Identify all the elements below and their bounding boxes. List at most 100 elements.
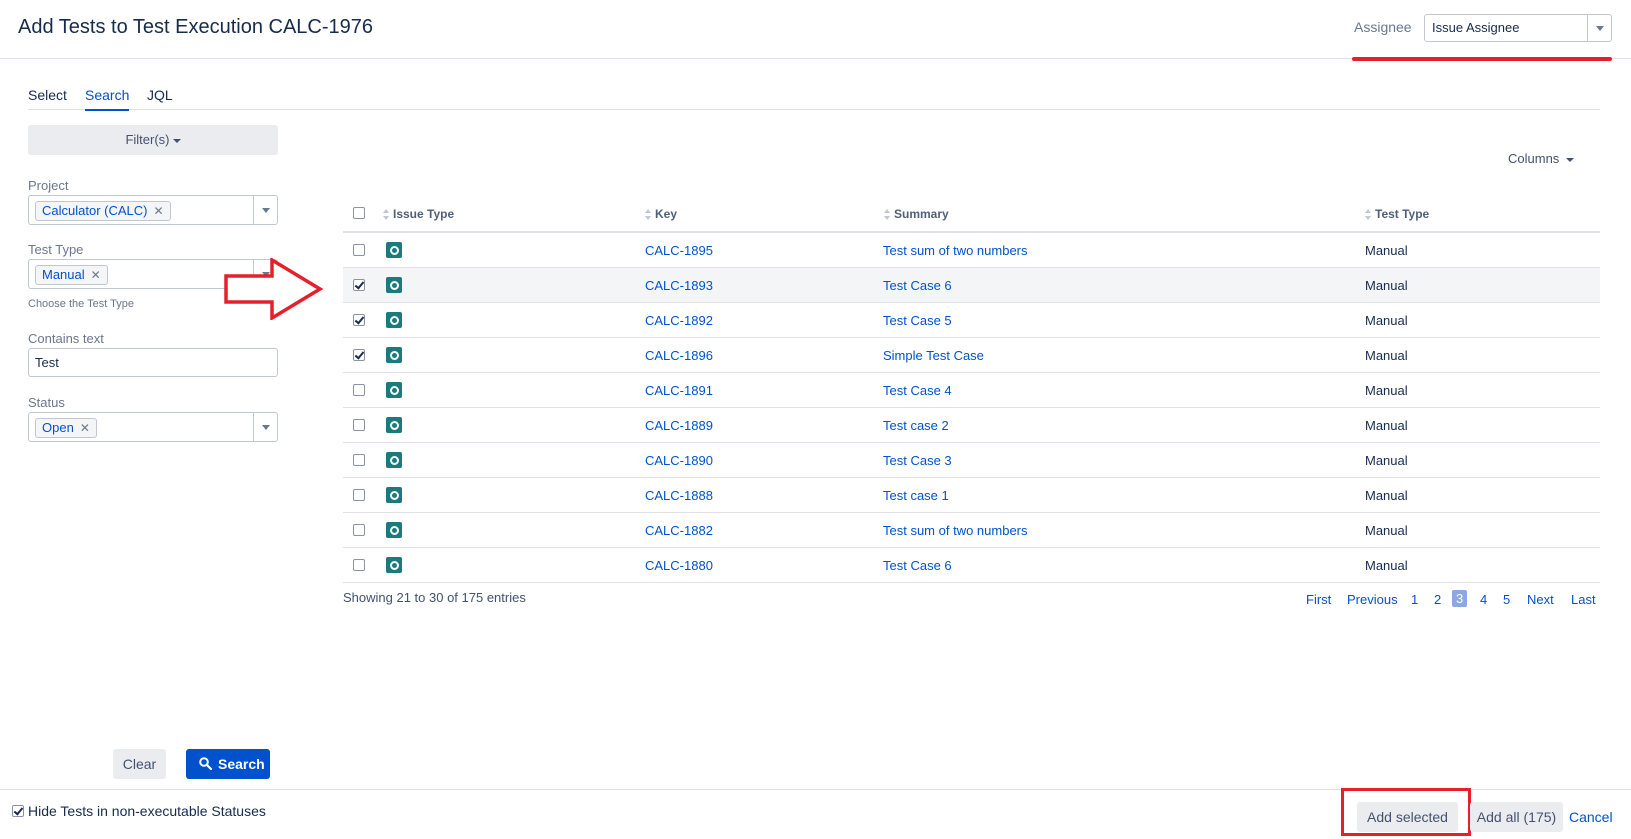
test-type-cell: Manual <box>1365 348 1408 363</box>
project-chip-label: Calculator (CALC) <box>42 203 148 218</box>
pagination-page-4[interactable]: 4 <box>1480 592 1487 607</box>
pagination: First Previous 1 2 3 4 5 Next Last <box>1300 590 1600 612</box>
select-all-checkbox[interactable] <box>353 207 365 219</box>
pagination-first[interactable]: First <box>1306 592 1331 607</box>
table-row[interactable]: CALC-1889 Test case 2 Manual <box>343 408 1600 443</box>
search-button[interactable]: Search <box>186 749 270 779</box>
test-type-cell: Manual <box>1365 523 1408 538</box>
issue-key-link[interactable]: CALC-1895 <box>645 243 713 258</box>
caret-down-icon <box>1565 157 1574 162</box>
issue-key-link[interactable]: CALC-1888 <box>645 488 713 503</box>
remove-chip-icon[interactable]: ✕ <box>80 421 90 435</box>
test-issue-icon <box>386 557 402 573</box>
row-checkbox[interactable] <box>353 279 365 291</box>
table-row[interactable]: CALC-1888 Test case 1 Manual <box>343 478 1600 513</box>
add-all-button[interactable]: Add all (175) <box>1470 802 1563 832</box>
test-type-chip-label: Manual <box>42 267 85 282</box>
issue-summary-link[interactable]: Test Case 6 <box>883 278 952 293</box>
row-checkbox[interactable] <box>353 384 365 396</box>
issue-summary-link[interactable]: Test Case 5 <box>883 313 952 328</box>
tab-search[interactable]: Search <box>85 87 130 111</box>
column-header-issue-type[interactable]: Issue Type <box>383 207 454 221</box>
issue-key-link[interactable]: CALC-1891 <box>645 383 713 398</box>
issue-key-link[interactable]: CALC-1890 <box>645 453 713 468</box>
contains-text-input[interactable] <box>28 348 278 377</box>
sort-icon <box>1365 209 1371 221</box>
annotation-box <box>1341 788 1471 836</box>
pagination-page-3[interactable]: 3 <box>1452 590 1468 607</box>
row-checkbox[interactable] <box>353 489 365 501</box>
contains-text-label: Contains text <box>28 331 104 346</box>
test-type-cell: Manual <box>1365 453 1408 468</box>
hide-non-executable-label[interactable]: Hide Tests in non-executable Statuses <box>28 803 266 819</box>
cancel-link[interactable]: Cancel <box>1569 809 1613 825</box>
row-checkbox[interactable] <box>353 419 365 431</box>
status-chip-label: Open <box>42 420 74 435</box>
row-checkbox[interactable] <box>353 244 365 256</box>
issue-key-link[interactable]: CALC-1889 <box>645 418 713 433</box>
table-row[interactable]: CALC-1892 Test Case 5 Manual <box>343 303 1600 338</box>
issue-key-link[interactable]: CALC-1896 <box>645 348 713 363</box>
chevron-down-icon[interactable] <box>253 413 277 441</box>
issue-summary-link[interactable]: Test sum of two numbers <box>883 523 1028 538</box>
tab-jql[interactable]: JQL <box>147 87 173 109</box>
hide-non-executable-checkbox[interactable] <box>12 805 24 817</box>
tab-select[interactable]: Select <box>28 87 67 109</box>
issue-summary-link[interactable]: Simple Test Case <box>883 348 984 363</box>
status-select[interactable]: Open ✕ <box>28 412 278 442</box>
pagination-last[interactable]: Last <box>1571 592 1596 607</box>
status-chip: Open ✕ <box>35 418 97 438</box>
row-checkbox[interactable] <box>353 454 365 466</box>
column-header-test-type[interactable]: Test Type <box>1365 207 1429 221</box>
pagination-page-2[interactable]: 2 <box>1434 592 1441 607</box>
issue-summary-link[interactable]: Test Case 3 <box>883 453 952 468</box>
column-header-key[interactable]: Key <box>645 207 677 221</box>
project-label: Project <box>28 178 69 193</box>
pagination-previous[interactable]: Previous <box>1347 592 1398 607</box>
column-header-summary[interactable]: Summary <box>884 207 949 221</box>
issue-key-link[interactable]: CALC-1892 <box>645 313 713 328</box>
test-issue-icon <box>386 522 402 538</box>
project-chip: Calculator (CALC) ✕ <box>35 201 171 221</box>
table-row[interactable]: CALC-1891 Test Case 4 Manual <box>343 373 1600 408</box>
remove-chip-icon[interactable]: ✕ <box>153 204 163 218</box>
column-test-type-label: Test Type <box>1375 207 1430 221</box>
pagination-next[interactable]: Next <box>1527 592 1554 607</box>
chevron-down-icon[interactable] <box>253 196 277 224</box>
table-row[interactable]: CALC-1896 Simple Test Case Manual <box>343 338 1600 373</box>
test-issue-icon <box>386 347 402 363</box>
test-type-label: Test Type <box>28 242 84 257</box>
table-row[interactable]: CALC-1882 Test sum of two numbers Manual <box>343 513 1600 548</box>
issue-summary-link[interactable]: Test case 1 <box>883 488 949 503</box>
filters-button-label: Filter(s) <box>125 132 170 147</box>
annotation-underline <box>1352 57 1612 61</box>
remove-chip-icon[interactable]: ✕ <box>91 268 101 282</box>
chevron-down-icon[interactable] <box>1587 15 1611 41</box>
table-row[interactable]: CALC-1893 Test Case 6 Manual <box>343 268 1600 303</box>
pagination-page-5[interactable]: 5 <box>1503 592 1510 607</box>
issue-summary-link[interactable]: Test Case 4 <box>883 383 952 398</box>
test-type-cell: Manual <box>1365 278 1408 293</box>
row-checkbox[interactable] <box>353 559 365 571</box>
issue-key-link[interactable]: CALC-1880 <box>645 558 713 573</box>
table-row[interactable]: CALC-1895 Test sum of two numbers Manual <box>343 233 1600 268</box>
filters-button[interactable]: Filter(s) <box>28 125 278 155</box>
row-checkbox[interactable] <box>353 314 365 326</box>
status-label: Status <box>28 395 65 410</box>
test-type-chip: Manual ✕ <box>35 265 108 285</box>
issue-key-link[interactable]: CALC-1893 <box>645 278 713 293</box>
row-checkbox[interactable] <box>353 524 365 536</box>
table-row[interactable]: CALC-1880 Test Case 6 Manual <box>343 548 1600 583</box>
row-checkbox[interactable] <box>353 349 365 361</box>
issue-summary-link[interactable]: Test case 2 <box>883 418 949 433</box>
issue-summary-link[interactable]: Test Case 6 <box>883 558 952 573</box>
project-select[interactable]: Calculator (CALC) ✕ <box>28 195 278 225</box>
table-row[interactable]: CALC-1890 Test Case 3 Manual <box>343 443 1600 478</box>
issue-summary-link[interactable]: Test sum of two numbers <box>883 243 1028 258</box>
clear-button[interactable]: Clear <box>113 749 166 779</box>
pagination-page-1[interactable]: 1 <box>1411 592 1418 607</box>
issue-key-link[interactable]: CALC-1882 <box>645 523 713 538</box>
assignee-select[interactable]: Issue Assignee <box>1424 14 1612 42</box>
columns-button[interactable]: Columns <box>1508 151 1574 166</box>
test-type-cell: Manual <box>1365 488 1408 503</box>
